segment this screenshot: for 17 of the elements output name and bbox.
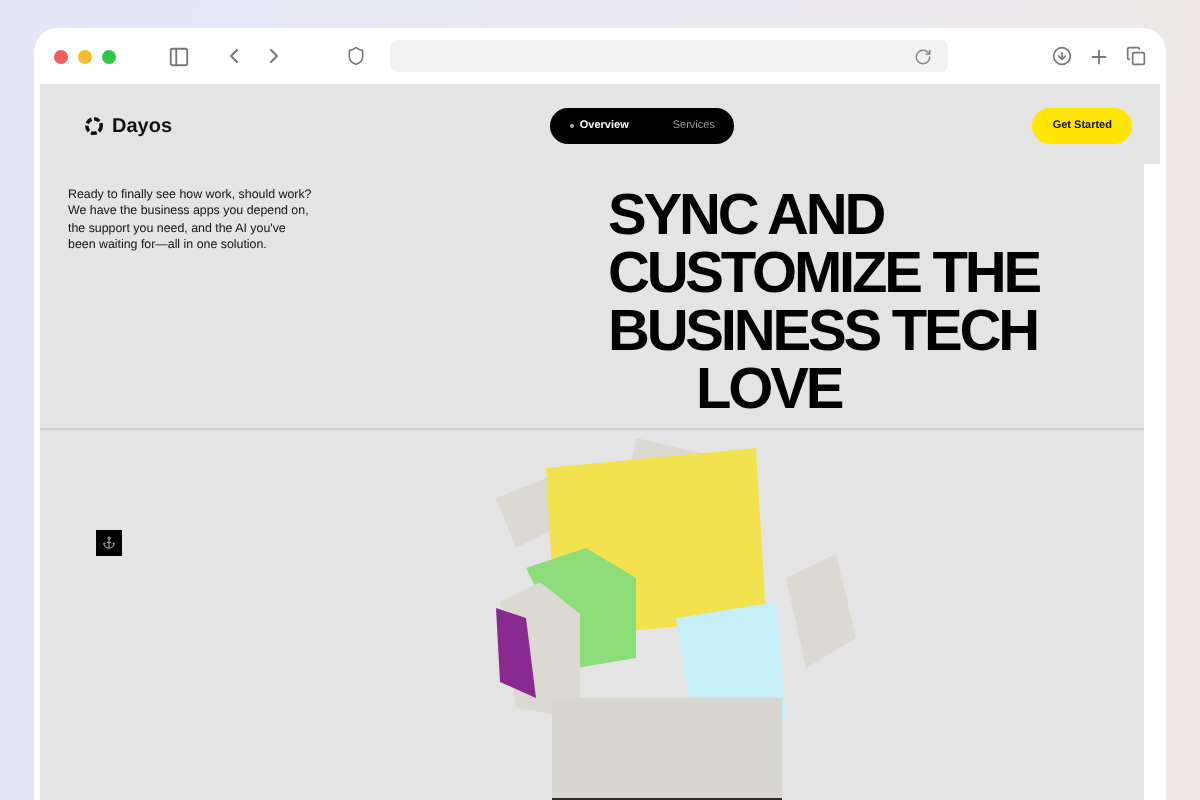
brand-name: Dayos: [112, 115, 173, 137]
shield-icon[interactable]: [346, 46, 366, 66]
sidebar-icon[interactable]: [168, 45, 190, 67]
anchor-icon[interactable]: [96, 530, 122, 556]
scrollbar[interactable]: [1144, 164, 1160, 800]
reload-icon[interactable]: [914, 47, 932, 65]
headline-line: CUSTOMIZE THE: [608, 246, 1040, 304]
headline-line: LOVE: [694, 362, 845, 420]
headline-line: SYNC AND: [608, 188, 886, 246]
close-window-button[interactable]: [54, 49, 68, 63]
tabs-icon[interactable]: [1126, 46, 1146, 66]
headline-line: BUSINESS TECH: [608, 304, 1039, 362]
address-field[interactable]: [390, 40, 948, 72]
download-icon[interactable]: [1052, 46, 1072, 66]
maximize-window-button[interactable]: [102, 49, 116, 63]
logo-icon: [84, 116, 104, 136]
new-tab-icon[interactable]: [1088, 45, 1110, 67]
